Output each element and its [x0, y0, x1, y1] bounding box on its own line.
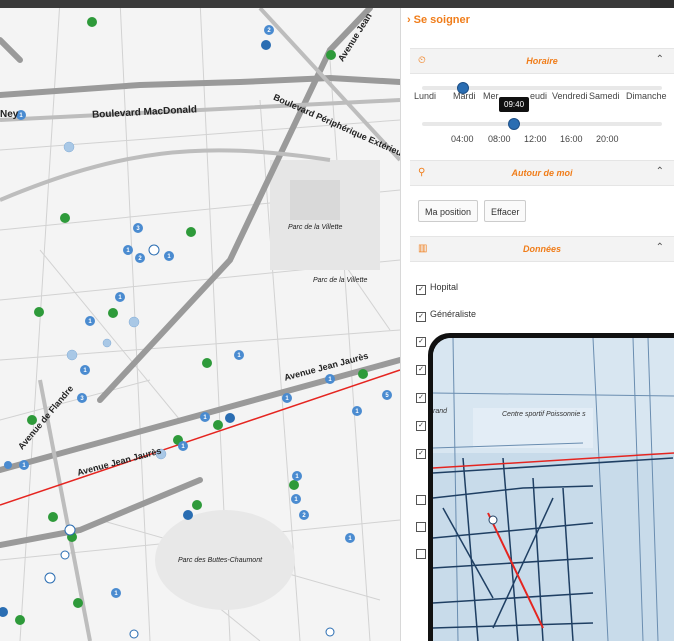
- device-frame-top: [0, 0, 674, 8]
- checkbox-hopital[interactable]: ✓ Hopital: [416, 282, 458, 295]
- hour-label-0400: 04:00: [451, 134, 474, 144]
- app-stage: 213 121 111 111 531 111 121 11 Ney Boule…: [0, 0, 674, 641]
- day-label-lundi: Lundi: [414, 91, 437, 101]
- inset-device: Centre sportif Poissonnie s rand: [428, 333, 674, 641]
- hour-slider-thumb[interactable]: [508, 118, 520, 130]
- section-autour-title: Autour de moi: [511, 168, 573, 178]
- chevron-up-icon[interactable]: ⌃: [656, 166, 664, 177]
- checkbox-check-icon[interactable]: ✓: [416, 285, 426, 295]
- ma-position-button[interactable]: Ma position: [418, 200, 479, 222]
- checkbox-generaliste[interactable]: ✓ Généraliste: [416, 309, 476, 322]
- checkbox-item-7[interactable]: ✓: [416, 449, 426, 459]
- checkbox-item-4[interactable]: ✓: [416, 365, 426, 375]
- inset-label-grand: rand: [433, 408, 448, 415]
- checkbox-generaliste-label: Généraliste: [430, 309, 477, 319]
- checkbox-item-9[interactable]: [416, 522, 426, 532]
- day-label-dimanche: Dimanche: [626, 91, 667, 101]
- hour-label-1600: 16:00: [560, 134, 583, 144]
- map-label-parc-villette-1: Parc de la Villette: [288, 224, 343, 231]
- panel-title: › Se soigner: [407, 14, 470, 26]
- day-label-samedi: Samedi: [589, 91, 620, 101]
- panel-title-text: Se soigner: [413, 14, 470, 26]
- checkbox-item-6[interactable]: ✓: [416, 421, 426, 431]
- section-donnees-header[interactable]: ▥ Données ⌃: [410, 236, 674, 262]
- chevron-up-icon[interactable]: ⌃: [656, 54, 664, 65]
- section-horaire-header[interactable]: ⏲ Horaire ⌃: [410, 48, 674, 74]
- checkbox-check-icon[interactable]: ✓: [416, 312, 426, 322]
- day-label-mardi: Mardi: [453, 91, 476, 101]
- checkbox-item-5[interactable]: ✓: [416, 393, 426, 403]
- hour-label-2000: 20:00: [596, 134, 619, 144]
- checkbox-item-8[interactable]: [416, 495, 426, 505]
- section-donnees-title: Données: [522, 244, 561, 254]
- inset-map[interactable]: Centre sportif Poissonnie s rand: [433, 338, 674, 641]
- inset-label-centre-sportif: Centre sportif Poissonnie s: [502, 411, 586, 418]
- time-tooltip: 09:40: [499, 97, 530, 112]
- day-label-vendredi: Vendredi: [552, 91, 588, 101]
- day-label-jeudi: eudi: [530, 91, 548, 101]
- effacer-button[interactable]: Effacer: [484, 200, 527, 222]
- hour-label-1200: 12:00: [524, 134, 547, 144]
- section-horaire-title: Horaire: [526, 56, 558, 66]
- day-label-mercredi: Mer: [483, 91, 499, 101]
- checkbox-item-3[interactable]: ✓: [416, 337, 426, 347]
- chevron-right-icon: ›: [407, 14, 411, 26]
- inset-map-drawing: [433, 338, 674, 641]
- map-label-ney: Ney: [0, 109, 19, 120]
- checkbox-item-10[interactable]: [416, 549, 426, 559]
- checkbox-hopital-label: Hopital: [430, 282, 459, 292]
- map-label-parc-villette-2: Parc de la Villette: [313, 277, 368, 284]
- map-label-parc-buttes: Parc des Buttes-Chaumont: [178, 557, 263, 564]
- hour-slider-track[interactable]: [422, 122, 662, 126]
- hour-label-0800: 08:00: [488, 134, 511, 144]
- chevron-up-icon[interactable]: ⌃: [656, 242, 664, 253]
- section-autour-header[interactable]: ⚲ Autour de moi ⌃: [410, 160, 674, 186]
